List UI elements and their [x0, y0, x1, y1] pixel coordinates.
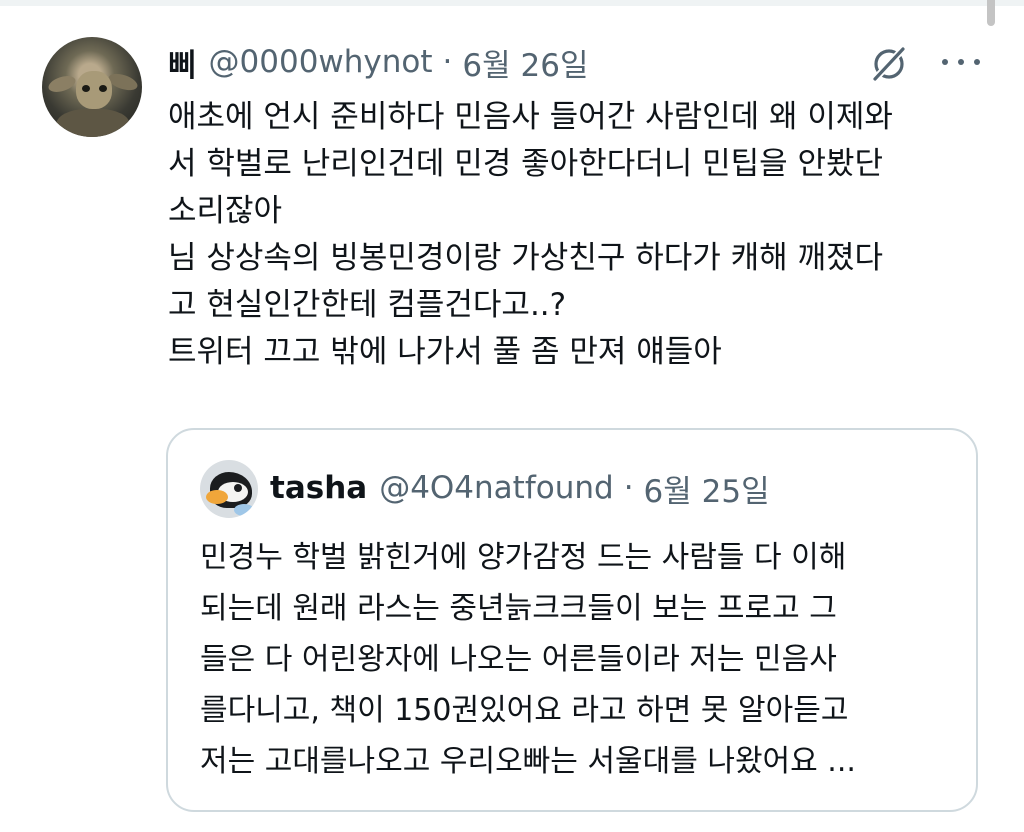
tweet-line: 애초에 언시 준비하다 민음사 들어간 사람인데 왜 이제와	[168, 99, 893, 135]
quoted-tweet-text: 민경누 학벌 밝힌거에 양가감정 드는 사람들 다 이해 되는데 원래 라스는 …	[200, 532, 950, 787]
separator-dot: ·	[442, 44, 453, 80]
tweet-header: 삐 @0000whynot · 6월 26일	[168, 38, 588, 86]
separator-dot: ·	[623, 470, 634, 506]
quoted-avatar[interactable]	[200, 460, 258, 518]
more-icon[interactable]	[942, 50, 980, 74]
tweet-line: 트위터 끄고 밖에 나가서 풀 좀 만져 얘들아	[168, 334, 722, 370]
tweet-date[interactable]: 6월 26일	[462, 40, 588, 85]
quoted-line: 되는데 원래 라스는 중년늙크크들이 보는 프로고 그	[200, 591, 837, 626]
user-handle[interactable]: @0000whynot	[209, 44, 433, 80]
scrollbar-thumb[interactable]	[987, 0, 995, 26]
quoted-user-handle: @4O4natfound	[379, 470, 614, 506]
top-divider	[0, 0, 1024, 6]
quoted-line: 저는 고대를나오고 우리오빠는 서울대를 나왔어요 ...	[200, 744, 856, 779]
tweet-line: 소리잖아	[168, 193, 283, 229]
quoted-tweet-date: 6월 25일	[643, 473, 770, 510]
avatar[interactable]	[42, 37, 142, 137]
tweet-line: 서 학벌로 난리인건데 민경 좋아한다더니 민팁을 안봤단	[168, 146, 884, 182]
quoted-line: 민경누 학벌 밝힌거에 양가감정 드는 사람들 다 이해	[200, 540, 847, 575]
quoted-line: 를다니고, 책이 150권있어요 라고 하면 못 알아듣고	[200, 693, 849, 728]
display-name[interactable]: 삐	[168, 40, 197, 85]
quoted-line: 들은 다 어린왕자에 나오는 어른들이라 저는 민음사	[200, 642, 837, 677]
tweet-line: 고 현실인간한테 컴플건다고..?	[168, 287, 567, 323]
tweet-text: 애초에 언시 준비하다 민음사 들어간 사람인데 왜 이제와 서 학벌로 난리인…	[168, 94, 978, 376]
grok-icon[interactable]	[868, 44, 910, 84]
quoted-display-name: tasha	[270, 470, 368, 506]
tweet-line: 님 상상속의 빙봉민경이랑 가상친구 하다가 캐해 깨졌다	[168, 240, 884, 276]
quoted-tweet-card[interactable]: tasha @4O4natfound · 6월 25일 민경누 학벌 밝힌거에 …	[166, 428, 978, 812]
quoted-tweet-header: tasha @4O4natfound · 6월 25일	[270, 464, 770, 512]
